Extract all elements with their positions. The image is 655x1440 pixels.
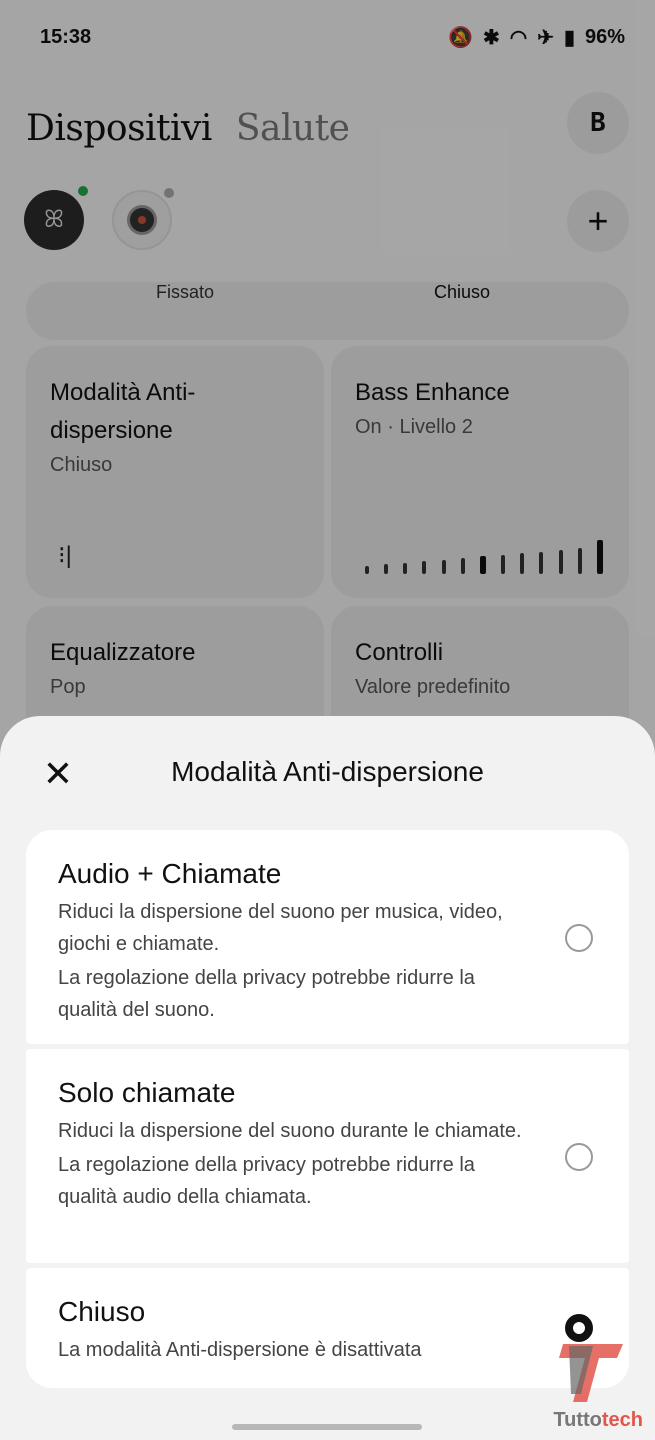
watermark-text: Tuttotech bbox=[553, 1409, 643, 1431]
gesture-handle[interactable] bbox=[232, 1424, 422, 1430]
option-description: Riduci la dispersione del suono durante … bbox=[58, 1120, 522, 1142]
option-title: Audio + Chiamate bbox=[58, 858, 282, 889]
watermark: Tuttotech bbox=[533, 1322, 643, 1432]
option-solo-chiamate[interactable]: Solo chiamate Riduci la dispersione del … bbox=[26, 1049, 629, 1263]
option-audio-chiamate[interactable]: Audio + Chiamate Riduci la dispersione d… bbox=[26, 830, 629, 1044]
option-description: La modalità Anti-dispersione è disattiva… bbox=[58, 1339, 422, 1361]
option-note: La regolazione della privacy potrebbe ri… bbox=[58, 1154, 475, 1208]
option-title: Chiuso bbox=[58, 1296, 146, 1327]
option-description: Riduci la dispersione del suono per musi… bbox=[58, 901, 503, 955]
option-note: La regolazione della privacy potrebbe ri… bbox=[58, 967, 475, 1021]
option-title: Solo chiamate bbox=[58, 1077, 236, 1108]
watermark-logo bbox=[559, 1344, 623, 1402]
radio-button[interactable] bbox=[565, 1143, 593, 1171]
radio-button[interactable] bbox=[565, 924, 593, 952]
sheet-title: Modalità Anti-dispersione bbox=[171, 756, 484, 787]
